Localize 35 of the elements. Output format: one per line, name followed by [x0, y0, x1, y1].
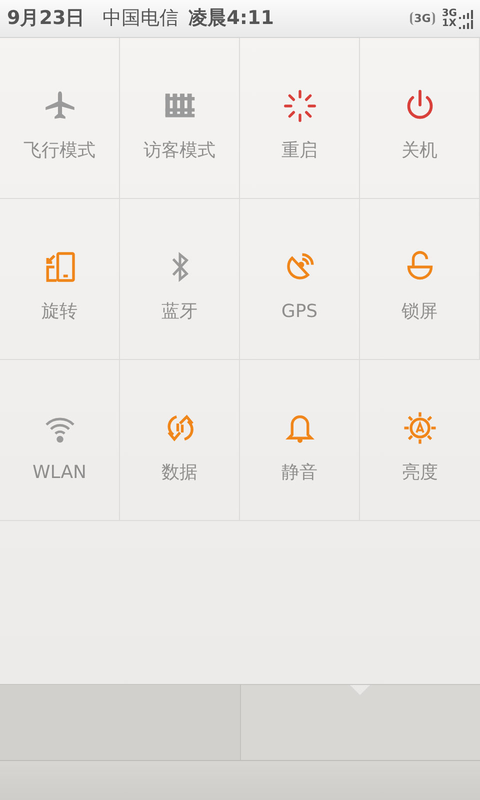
- toggle-label: 飞行模式: [24, 142, 96, 160]
- toggle-tile[interactable]: 旋转: [0, 199, 120, 360]
- toggle-label: 数据: [162, 464, 198, 482]
- signal-label: 1X: [442, 18, 456, 28]
- toggle-tile[interactable]: GPS: [240, 199, 360, 360]
- status-date: 9月23日: [7, 6, 85, 32]
- status-carrier: 中国电信: [102, 6, 179, 32]
- toggle-tile[interactable]: 静音: [240, 360, 360, 521]
- spinner-icon: [282, 88, 318, 124]
- toggle-label: 亮度: [402, 464, 438, 482]
- toggle-label: 锁屏: [402, 303, 438, 321]
- toggle-label: 旋转: [42, 303, 78, 321]
- toggle-tile[interactable]: 蓝牙: [120, 199, 240, 360]
- brightness-auto-icon: [402, 410, 438, 446]
- toggle-label: 静音: [282, 464, 318, 482]
- toggle-tile[interactable]: 关机: [360, 38, 480, 199]
- toggle-tile[interactable]: 亮度: [360, 360, 480, 521]
- toggle-tile[interactable]: 数据: [120, 360, 240, 521]
- signal-label: 3G: [442, 8, 457, 18]
- tab[interactable]: [0, 685, 240, 760]
- toggle-tile[interactable]: WLAN: [0, 360, 120, 521]
- toggle-label: 关机: [402, 142, 438, 160]
- toggle-label: 访客模式: [144, 142, 216, 160]
- toggle-label: 蓝牙: [162, 303, 198, 321]
- signal-bars-icon: [458, 20, 472, 28]
- data-badge: 3G: [410, 12, 435, 26]
- toggle-tile[interactable]: 锁屏: [360, 199, 480, 360]
- toggle-label: GPS: [281, 303, 318, 321]
- status-time: 凌晨4:11: [188, 6, 274, 32]
- toggle-tile[interactable]: 访客模式: [120, 38, 240, 199]
- signal-bars-icon: [459, 10, 473, 18]
- toggle-tile[interactable]: 重启: [240, 38, 360, 199]
- toggle-tile[interactable]: 飞行模式: [0, 38, 120, 199]
- toggle-label: 重启: [282, 142, 318, 160]
- toggle-label: WLAN: [32, 464, 87, 482]
